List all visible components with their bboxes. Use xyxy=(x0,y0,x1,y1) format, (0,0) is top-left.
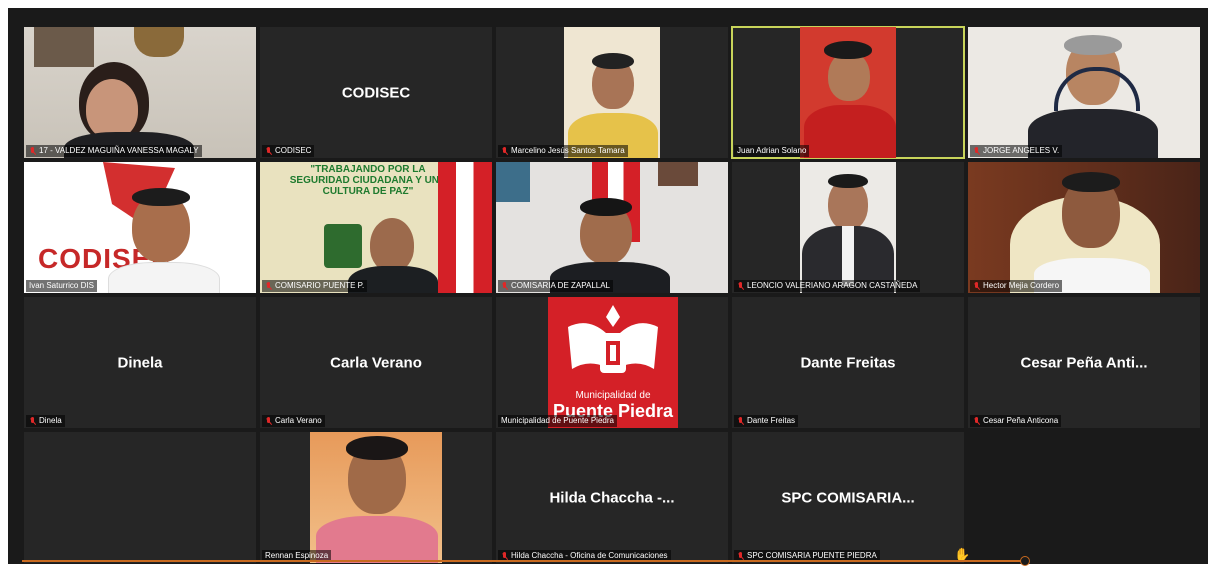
participant-name-label: Hector Mejia Cordero xyxy=(970,280,1063,292)
participant-video xyxy=(564,27,660,158)
participant-tile[interactable]: SPC COMISARIA... SPC COMISARIA PUENTE PI… xyxy=(732,432,964,563)
municipality-logo-line1: Municipalidad de xyxy=(575,390,651,401)
participant-hair xyxy=(828,174,868,188)
participant-tile-active-speaker[interactable]: Juan Adrian Solano xyxy=(731,26,965,159)
eagle-crest-icon xyxy=(568,305,658,373)
video-conference-gallery: 17 - VALDEZ MAGUIÑA VANESSA MAGALY CODIS… xyxy=(8,8,1208,566)
participant-hair xyxy=(592,53,634,69)
participant-tile[interactable]: CODISEC CODISEC xyxy=(260,27,492,158)
mic-muted-icon xyxy=(737,416,744,426)
participant-face xyxy=(370,218,414,272)
participant-name-label: Carla Verano xyxy=(262,415,325,427)
participant-body xyxy=(108,262,220,293)
mic-muted-icon xyxy=(973,281,980,291)
participant-name-label: COMISARIO PUENTE P. xyxy=(262,280,368,292)
participant-tile[interactable]: Cesar Peña Anti... Cesar Peña Anticona xyxy=(968,297,1200,428)
participant-name-label: Juan Adrian Solano xyxy=(734,145,810,157)
participant-video xyxy=(310,432,442,563)
mic-muted-icon xyxy=(737,281,744,291)
empty-tile xyxy=(24,432,256,563)
participant-body xyxy=(804,105,896,158)
police-shield xyxy=(324,224,362,268)
municipality-logo: Municipalidad de Puente Piedra xyxy=(548,297,678,428)
participant-name-label: CODISEC xyxy=(262,145,315,157)
mic-muted-icon xyxy=(973,146,980,156)
participant-name-label: Municipalidad de Puente Piedra xyxy=(498,415,617,427)
participant-tile[interactable]: Dinela Dinela xyxy=(24,297,256,428)
participant-hair xyxy=(580,198,632,216)
participant-display-name: CODISEC xyxy=(341,84,411,101)
banner-slogan: "TRABAJANDO POR LA SEGURIDAD CIUDADANA Y… xyxy=(289,164,447,197)
participant-video xyxy=(968,162,1200,293)
participant-video: CODISEC xyxy=(24,162,256,293)
timeline-knob[interactable] xyxy=(1020,556,1030,566)
participant-display-name: Carla Verano xyxy=(330,354,422,371)
participant-tile[interactable]: "TRABAJANDO POR LA SEGURIDAD CIUDADANA Y… xyxy=(260,162,492,293)
mic-muted-icon xyxy=(265,416,272,426)
participant-video xyxy=(968,27,1200,158)
participant-hair xyxy=(1062,172,1120,192)
mic-muted-icon xyxy=(501,146,508,156)
timeline-bar xyxy=(22,560,1028,562)
participant-tile[interactable]: LEONCIO VALERIANO ARAGON CASTAÑEDA xyxy=(732,162,964,293)
mic-muted-icon xyxy=(29,416,36,426)
participant-name-label: Cesar Peña Anticona xyxy=(970,415,1062,427)
mic-muted-icon xyxy=(265,146,272,156)
participant-display-name: Cesar Peña Anti... xyxy=(1020,354,1148,371)
participant-video xyxy=(800,162,896,293)
participant-tile[interactable]: Dante Freitas Dante Freitas xyxy=(732,297,964,428)
participant-tile[interactable]: Hilda Chaccha -... Hilda Chaccha - Ofici… xyxy=(496,432,728,563)
participant-video xyxy=(496,162,728,293)
participant-video xyxy=(800,27,896,158)
participant-cap xyxy=(824,41,872,59)
participant-hair xyxy=(132,188,190,206)
participant-name-label: LEONCIO VALERIANO ARAGON CASTAÑEDA xyxy=(734,280,921,292)
flag xyxy=(438,162,492,293)
participant-name-label: JORGE ANGELES V. xyxy=(970,145,1063,157)
participant-display-name: Dante Freitas xyxy=(800,354,896,371)
participant-name-label: 17 - VALDEZ MAGUIÑA VANESSA MAGALY xyxy=(26,145,202,157)
participant-body xyxy=(316,516,438,563)
participant-name-label: Dante Freitas xyxy=(734,415,799,427)
mic-muted-icon xyxy=(501,281,508,291)
participant-hair xyxy=(1064,35,1122,55)
participant-display-name: SPC COMISARIA... xyxy=(781,489,915,506)
wall-frame xyxy=(658,162,698,186)
wall-frame xyxy=(34,27,94,67)
mic-muted-icon xyxy=(265,281,272,291)
participant-hair xyxy=(346,436,408,460)
mic-muted-icon xyxy=(29,146,36,156)
participant-tile[interactable]: 17 - VALDEZ MAGUIÑA VANESSA MAGALY xyxy=(24,27,256,158)
participant-shirt xyxy=(842,226,854,286)
participant-tile[interactable]: Hector Mejia Cordero xyxy=(968,162,1200,293)
participant-tile[interactable]: JORGE ANGELES V. xyxy=(968,27,1200,158)
participant-name-label: Dinela xyxy=(26,415,65,427)
participant-face xyxy=(86,79,138,139)
participant-tile[interactable]: Carla Verano Carla Verano xyxy=(260,297,492,428)
participant-name-label: COMISARIA DE ZAPALLAL xyxy=(498,280,613,292)
participant-video: "TRABAJANDO POR LA SEGURIDAD CIUDADANA Y… xyxy=(260,162,492,293)
participant-tile[interactable]: Municipalidad de Puente Piedra Municipal… xyxy=(496,297,728,428)
participant-tile[interactable]: Rennan Espinoza xyxy=(260,432,492,563)
participant-name-label: Marcelino Jesús Santos Tamara xyxy=(498,145,628,157)
participant-tile[interactable]: Marcelino Jesús Santos Tamara xyxy=(496,27,728,158)
mic-muted-icon xyxy=(973,416,980,426)
participant-tile[interactable]: COMISARIA DE ZAPALLAL xyxy=(496,162,728,293)
participant-tile[interactable]: CODISEC Ivan Saturrico DIS xyxy=(24,162,256,293)
wall-emblem xyxy=(134,27,184,57)
participant-video xyxy=(24,27,256,158)
wall-picture xyxy=(496,162,530,202)
participant-name-label: Ivan Saturrico DIS xyxy=(26,280,97,292)
participant-display-name: Hilda Chaccha -... xyxy=(549,489,675,506)
participant-display-name: Dinela xyxy=(117,354,163,371)
